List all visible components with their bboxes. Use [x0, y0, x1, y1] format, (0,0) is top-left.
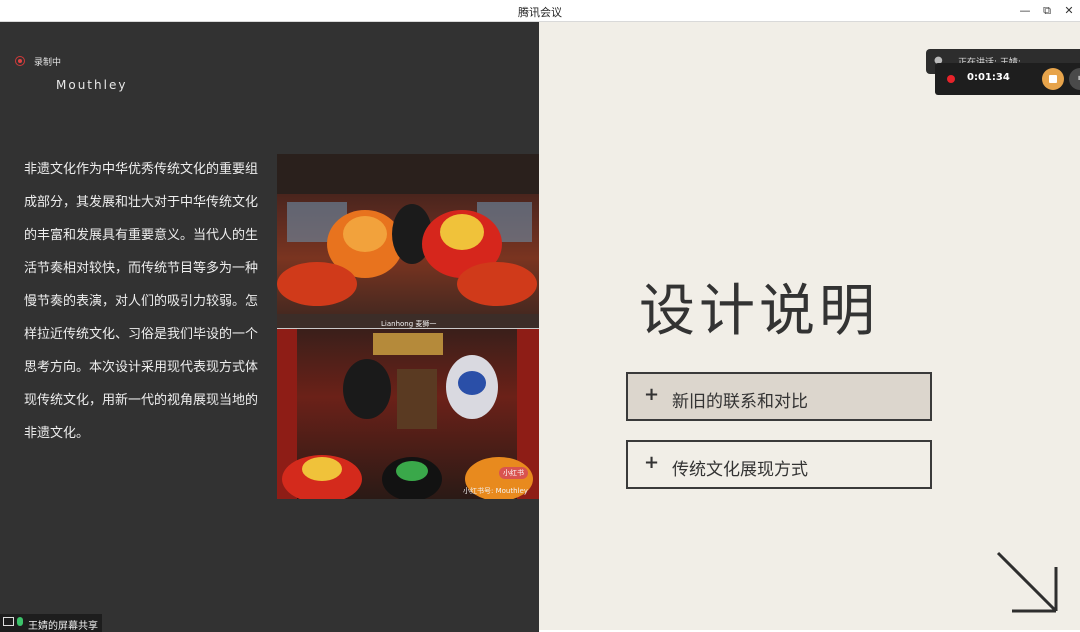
- photo-top-caption: Lianhong 麦狮一: [381, 320, 437, 328]
- recording-timer: 0:01:34: [967, 72, 1010, 83]
- window-title: 腾讯会议: [518, 6, 562, 19]
- recording-status-label: 录制中: [34, 58, 62, 68]
- plus-icon: +: [644, 384, 660, 405]
- slide-body-text: 非遗文化作为中华优秀传统文化的重要组成部分，其发展和壮大对于中华传统文化的丰富和…: [24, 162, 259, 441]
- screen-share-badge: 王婧的屏幕共享: [0, 614, 102, 632]
- screen-share-label: 王婧的屏幕共享: [28, 621, 98, 632]
- recording-pause-button[interactable]: ⏸: [1069, 68, 1080, 90]
- slide-title: 设计说明: [639, 279, 879, 344]
- lion-dance-photo-bottom: 小红书 小红书号: Mouthley: [277, 328, 539, 499]
- option-label: 传统文化展现方式: [672, 460, 808, 480]
- arrow-down-right-icon: [996, 551, 1058, 613]
- screen-share-icon: [3, 617, 14, 626]
- lion-dance-illustration-top: [277, 154, 539, 328]
- option-item-1: + 新旧的联系和对比: [626, 372, 932, 421]
- microphone-icon: [17, 617, 23, 626]
- photo-bottom-caption: 小红书号: Mouthley: [463, 487, 528, 495]
- lion-dance-photo-top: Lianhong 麦狮一: [277, 154, 539, 328]
- plus-icon: +: [644, 452, 660, 473]
- close-button[interactable]: ✕: [1061, 3, 1077, 19]
- slide-right-panel: 设计说明 + 新旧的联系和对比 + 传统文化展现方式: [539, 22, 1080, 630]
- slide-left-panel: 录制中 Mouthley 非遗文化作为中华优秀传统文化的重要组成部分，其发展和壮…: [0, 22, 539, 632]
- recording-control-bar: 0:01:34 ⏸: [935, 63, 1080, 95]
- recording-indicator-icon: [947, 75, 955, 83]
- stop-recording-button[interactable]: [1042, 68, 1064, 90]
- brand-name: Mouthley: [56, 78, 128, 92]
- option-item-2: + 传统文化展现方式: [626, 440, 932, 489]
- window-titlebar: 腾讯会议 — ⧉ ✕: [0, 0, 1080, 22]
- option-label: 新旧的联系和对比: [672, 392, 808, 412]
- photo-source-badge: 小红书: [499, 467, 528, 479]
- recording-dot-icon: [15, 56, 25, 66]
- restore-button[interactable]: ⧉: [1039, 3, 1055, 19]
- minimize-button[interactable]: —: [1017, 3, 1033, 19]
